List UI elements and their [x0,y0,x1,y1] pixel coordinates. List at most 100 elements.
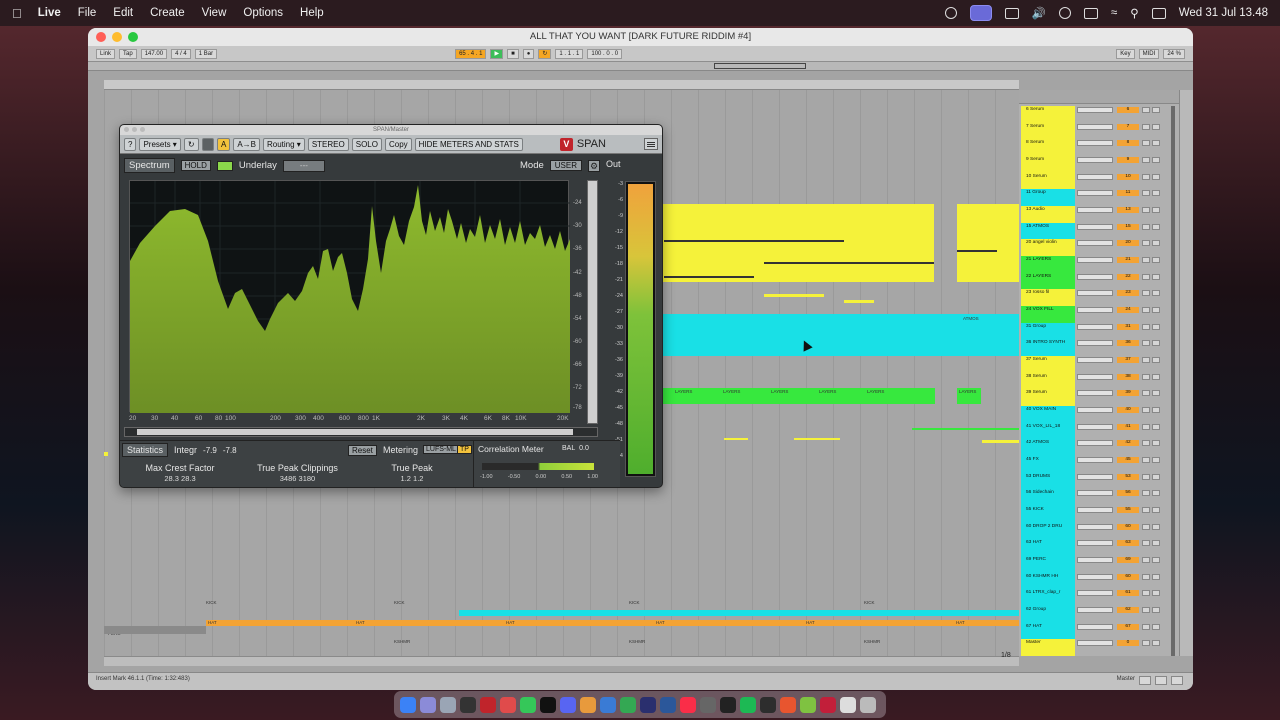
track-output-select[interactable] [1077,473,1113,480]
track-output-select[interactable] [1077,557,1113,563]
arm-button[interactable] [1152,457,1160,463]
menu-file[interactable]: File [78,7,97,19]
spectrum-tab[interactable]: Spectrum [124,158,175,173]
track-header[interactable]: 67 HAT 67 [1019,622,1179,640]
chrome-icon[interactable] [440,696,456,713]
arm-button[interactable] [1152,590,1160,597]
arm-button[interactable] [1152,240,1160,247]
clip-layers-2[interactable]: LAYERS [957,388,981,404]
battery-icon[interactable] [1083,7,1098,19]
track-name[interactable]: 53 DRUMS [1021,472,1075,490]
track-output-select[interactable] [1077,190,1113,197]
loop-button[interactable]: ↻ [538,48,552,59]
spectrum-range-scrollbar[interactable] [587,180,598,424]
arm-button[interactable] [1152,207,1160,213]
solo-button[interactable] [1142,390,1150,397]
wifi-icon[interactable]: ≈ [1111,7,1117,19]
track-activator[interactable]: 6 [1117,107,1139,113]
track-output-select[interactable] [1077,340,1113,347]
stop-button[interactable]: ■ [507,48,519,59]
arm-button[interactable] [1152,507,1160,513]
track-output-select[interactable] [1077,157,1113,163]
track-activator[interactable]: 22 [1117,273,1139,280]
track-name[interactable]: 63 HAT [1021,539,1075,556]
track-activator[interactable]: 21 [1117,257,1139,263]
track-activator[interactable]: 15 [1117,223,1139,230]
track-header[interactable]: 15 ATMOS 15 [1019,222,1179,240]
clip-serum-yellow-2[interactable] [957,204,1019,282]
track-activator[interactable]: 62 [1117,607,1139,613]
track-name[interactable]: 36 INTRO SYNTH [1021,339,1075,356]
track-name[interactable]: 56 Sidechain [1021,489,1075,506]
track-output-select[interactable] [1077,407,1113,413]
gear-icon[interactable]: ⚙ [588,159,600,172]
track-header[interactable]: 20 angel violin 20 [1019,239,1179,256]
arm-button[interactable] [1152,490,1160,497]
ab-copy-button[interactable]: A→B [233,137,260,151]
track-name[interactable]: 31 Group [1021,322,1075,340]
track-output-select[interactable] [1077,540,1113,547]
zoom-plugin-button[interactable] [140,127,145,132]
track-name[interactable]: 11 Group [1021,189,1075,206]
app-red-orange-icon[interactable] [780,696,796,713]
arm-button[interactable] [1152,407,1160,413]
pdf-icon[interactable] [500,696,516,713]
solo-button[interactable]: SOLO [351,137,382,151]
arm-button[interactable] [1152,357,1160,363]
arm-button[interactable] [1152,623,1160,630]
track-header[interactable]: 62 Group 62 [1019,606,1179,623]
play-button[interactable]: ▶ [490,48,504,59]
track-name[interactable]: 9 Serum [1021,156,1075,173]
clip-vox-fill[interactable] [912,428,1019,430]
track-output-select[interactable] [1077,523,1113,530]
ab-a-button[interactable]: A [216,137,231,151]
solo-button[interactable] [1142,207,1150,213]
solo-button[interactable] [1142,290,1150,297]
app-red-icon[interactable] [480,696,496,713]
track-name[interactable]: 42 ATMOS [1021,439,1075,456]
premiere-icon[interactable] [640,696,656,713]
solo-button[interactable] [1142,423,1150,430]
key-button[interactable]: Key [1116,48,1135,59]
track-header[interactable]: 13 Audio 13 [1019,206,1179,223]
app-lime-icon[interactable] [800,696,816,713]
track-output-select[interactable] [1077,257,1113,263]
reset-stats-button[interactable]: Reset [348,445,377,456]
view-toggle-3[interactable] [1171,676,1183,685]
track-activator[interactable]: 0 [1117,640,1139,647]
track-name[interactable]: Master [1021,639,1075,656]
word-icon[interactable] [660,696,676,713]
tempo-field[interactable]: 147.00 [140,48,168,59]
track-output-select[interactable] [1077,107,1113,113]
reset-icon[interactable]: ↻ [183,137,199,151]
arm-button[interactable] [1152,123,1160,130]
mode-select[interactable]: USER [549,160,582,171]
help-button[interactable]: ? [124,137,137,151]
track-name[interactable]: 21 LAYERS [1021,256,1075,273]
track-output-select[interactable] [1077,240,1113,247]
track-output-select[interactable] [1077,507,1113,513]
solo-button[interactable] [1142,123,1150,130]
track-activator[interactable]: 23 [1117,290,1139,297]
clip-group-31[interactable] [724,438,748,440]
track-output-select[interactable] [1077,123,1113,130]
screen-share-icon[interactable] [969,5,992,21]
close-plugin-button[interactable] [124,127,129,132]
track-header[interactable]: 31 Group 31 [1019,322,1179,340]
track-header[interactable]: 40 VOX MAIN 40 [1019,406,1179,423]
clip-group-31-3[interactable] [982,440,1019,443]
app-grey-icon[interactable] [700,696,716,713]
solo-button[interactable] [1142,540,1150,547]
track-header[interactable]: 56 Sidechain 56 [1019,489,1179,506]
arm-button[interactable] [1152,557,1160,563]
solo-button[interactable] [1142,107,1150,113]
spectrum-color-swatch[interactable] [216,160,233,171]
track-name[interactable]: 55 KICK [1021,506,1075,523]
track-header[interactable]: 41 VOX_LIL_18 41 [1019,422,1179,440]
arm-button[interactable] [1152,540,1160,547]
solo-button[interactable] [1142,490,1150,497]
quantize-select[interactable]: 1 Bar [194,48,218,59]
finder-icon[interactable] [400,696,416,713]
app-blue-icon[interactable] [600,696,616,713]
track-header[interactable]: 39 Serum 39 [1019,389,1179,406]
